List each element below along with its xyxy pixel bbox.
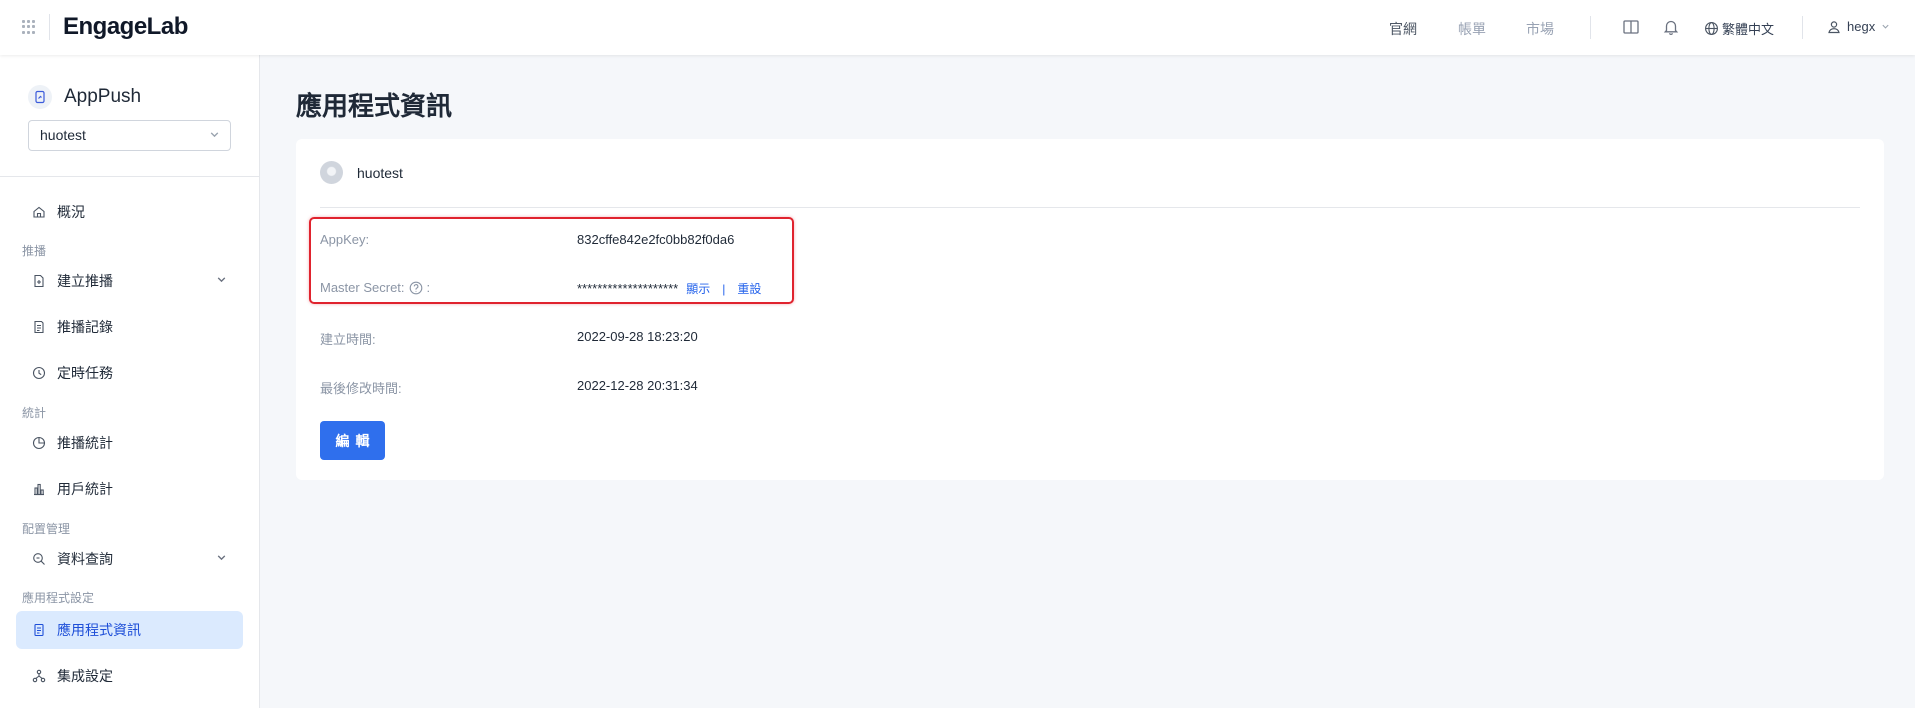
app-push-icon xyxy=(28,85,52,109)
group-label-push: 推播 xyxy=(22,244,47,258)
nav-billing[interactable]: 帳單 xyxy=(1458,19,1486,39)
language-label: 繁體中文 xyxy=(1722,22,1775,37)
edit-button[interactable]: 編輯 xyxy=(320,421,385,460)
app-name: huotest xyxy=(357,164,403,181)
doc-add-icon xyxy=(32,274,46,288)
modified-time-label: 最後修改時間: xyxy=(320,381,402,396)
sidebar: AppPush huotest 概況 推播 建立推播 推播記錄 定時任務 統計 … xyxy=(0,55,260,708)
bell-icon[interactable] xyxy=(1662,18,1680,36)
reset-secret-link[interactable]: 重設 xyxy=(737,280,761,297)
card-divider xyxy=(320,207,1860,208)
network-icon xyxy=(32,669,46,683)
app-select-value: huotest xyxy=(40,127,86,143)
group-label-stats: 統計 xyxy=(22,406,47,420)
sidebar-item-label: 推播統計 xyxy=(57,435,113,451)
info-doc-icon xyxy=(32,623,46,637)
top-divider xyxy=(1590,16,1591,39)
sidebar-item-scheduled-tasks[interactable]: 定時任務 xyxy=(16,354,243,392)
language-switcher[interactable]: 繁體中文 xyxy=(1704,19,1774,38)
engagelab-logo[interactable]: EngageLab xyxy=(63,13,188,41)
sidebar-item-label: 應用程式資訊 xyxy=(57,622,141,638)
top-bar: EngageLab 官網 帳單 市場 繁體中文 hegx xyxy=(0,0,1915,55)
app-header: AppPush xyxy=(28,85,141,109)
sidebar-item-user-stats[interactable]: 用戶統計 xyxy=(16,470,243,508)
app-avatar xyxy=(320,161,343,184)
sidebar-divider xyxy=(0,176,260,177)
master-secret-value-row: ******************** 顯示 | 重設 xyxy=(577,280,761,297)
logo-divider xyxy=(49,14,50,40)
sidebar-item-overview[interactable]: 概況 xyxy=(16,193,243,231)
master-secret-label: Master Secret: xyxy=(320,280,405,295)
appkey-value: 832cffe842e2fc0bb82f0da6 xyxy=(577,232,735,247)
app-select[interactable]: huotest xyxy=(28,120,231,151)
appkey-label: AppKey: xyxy=(320,232,370,247)
sidebar-item-push-records[interactable]: 推播記錄 xyxy=(16,308,243,346)
list-doc-icon xyxy=(32,320,46,334)
apps-grid-icon[interactable] xyxy=(22,20,36,34)
master-secret-value: ******************** xyxy=(577,281,679,296)
chevron-down-icon xyxy=(210,132,219,138)
user-icon xyxy=(1828,20,1840,33)
master-secret-colon: : xyxy=(426,280,431,295)
help-icon[interactable] xyxy=(409,281,423,295)
pie-icon xyxy=(32,436,46,450)
clock-icon xyxy=(32,366,46,380)
sidebar-item-push-stats[interactable]: 推播統計 xyxy=(16,424,243,462)
chevron-down-icon xyxy=(217,555,226,561)
sidebar-item-label: 資料查詢 xyxy=(57,551,113,567)
sidebar-item-label: 集成設定 xyxy=(57,668,113,684)
sidebar-item-create-push[interactable]: 建立推播 xyxy=(16,262,243,300)
app-info-card: huotest AppKey: 832cffe842e2fc0bb82f0da6… xyxy=(296,139,1884,480)
chevron-down-icon xyxy=(1882,24,1889,29)
search-doc-icon xyxy=(32,552,46,566)
chevron-down-icon xyxy=(217,277,226,283)
globe-icon xyxy=(1705,22,1718,35)
top-divider-2 xyxy=(1802,16,1803,39)
master-secret-label-row: Master Secret: : xyxy=(320,280,430,295)
link-separator: | xyxy=(722,281,726,296)
group-label-app-settings: 應用程式設定 xyxy=(22,591,95,605)
nav-official-site[interactable]: 官網 xyxy=(1389,19,1417,39)
card-header: huotest xyxy=(320,161,403,184)
page-title: 應用程式資訊 xyxy=(296,91,453,121)
nav-market[interactable]: 市場 xyxy=(1526,19,1554,39)
created-time-label: 建立時間: xyxy=(320,332,376,347)
sidebar-item-label: 概況 xyxy=(57,204,85,220)
sidebar-item-label: 建立推播 xyxy=(57,273,113,289)
book-icon[interactable] xyxy=(1622,18,1640,36)
modified-time-value: 2022-12-28 20:31:34 xyxy=(577,378,698,393)
bar-icon xyxy=(32,482,46,496)
user-menu[interactable]: hegx xyxy=(1827,19,1890,34)
sidebar-item-label: 定時任務 xyxy=(57,365,113,381)
home-icon xyxy=(32,205,46,219)
sidebar-item-data-query[interactable]: 資料查詢 xyxy=(16,540,243,578)
group-label-config: 配置管理 xyxy=(22,522,71,536)
sidebar-item-label: 用戶統計 xyxy=(57,481,113,497)
app-title: AppPush xyxy=(64,86,142,107)
sidebar-item-app-info[interactable]: 應用程式資訊 xyxy=(16,611,243,649)
user-name: hegx xyxy=(1847,19,1876,34)
created-time-value: 2022-09-28 18:23:20 xyxy=(577,329,698,344)
sidebar-item-integration[interactable]: 集成設定 xyxy=(16,657,243,695)
sidebar-item-label: 推播記錄 xyxy=(57,319,113,335)
show-secret-link[interactable]: 顯示 xyxy=(686,280,710,297)
